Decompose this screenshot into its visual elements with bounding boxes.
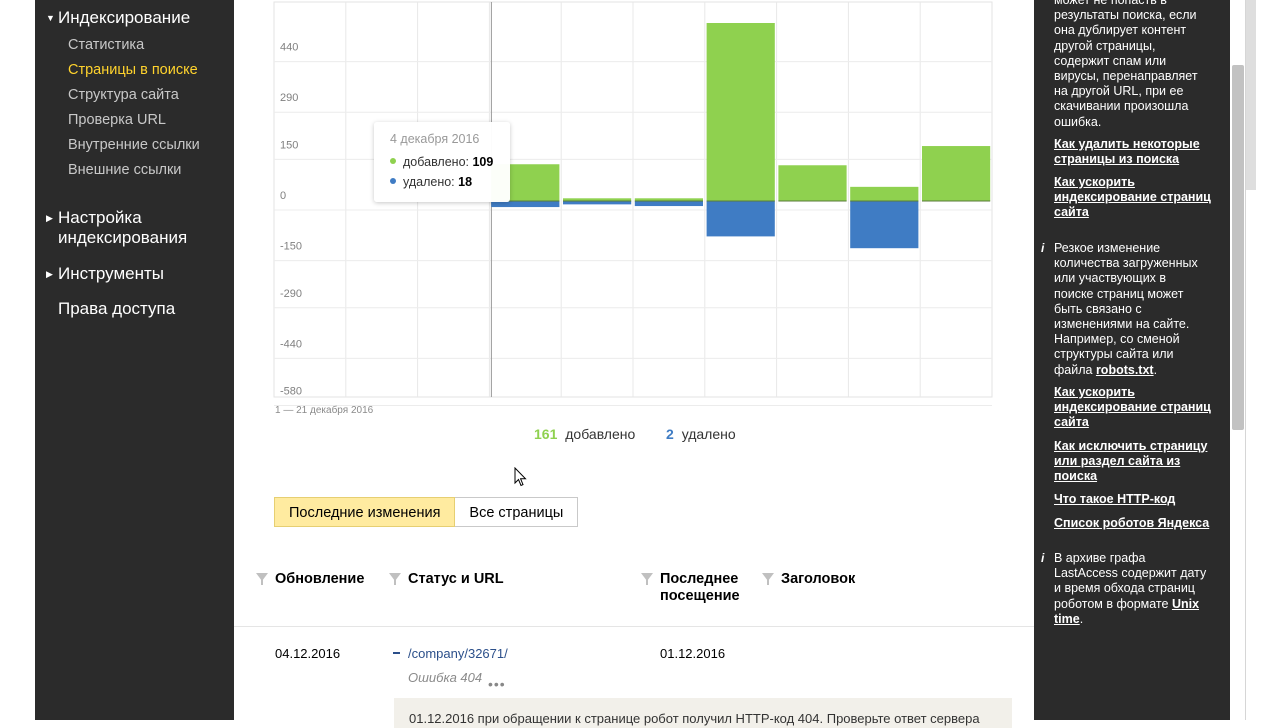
help-link-speed-indexing[interactable]: Как ускорить индексирование страниц сайт… [1054, 175, 1224, 221]
bar-added [778, 165, 847, 201]
help-link-robots-list[interactable]: Список роботов Яндекса [1054, 516, 1224, 531]
left-margin [0, 0, 35, 720]
total-removed-label: удалено [681, 426, 736, 442]
row-details-text: 01.12.2016 при обращении к странице робо… [409, 711, 980, 726]
unix-time-link[interactable]: Unix [1172, 597, 1199, 611]
sidebar-item-url-check[interactable]: Проверка URL [68, 112, 166, 128]
bar-added [921, 146, 991, 201]
chart-y-axis: 440 290 150 0 -150 -290 -440 -580 [280, 42, 302, 398]
help-panel: может не попасть в результаты поиска, ес… [1034, 0, 1230, 720]
sidebar-item-site-structure[interactable]: Структура сайта [68, 87, 179, 103]
y-tick-label: 440 [280, 42, 298, 54]
total-added: 161 добавлено [534, 426, 635, 442]
help-para-lastaccess: В архиве графа LastAccess содержит дату … [1054, 551, 1207, 626]
total-removed: 2 удалено [666, 426, 736, 442]
tooltip-added-label: добавлено: [403, 155, 469, 169]
total-added-count: 161 [534, 426, 558, 442]
sidebar-item-internal-links[interactable]: Внутренние ссылки [68, 137, 200, 153]
page-scrollbar-track [1246, 0, 1256, 190]
sidebar-item-statistics[interactable]: Статистика [68, 37, 144, 53]
row-status: Ошибка 404 [408, 670, 483, 685]
sidebar: ▼ Индексирование Статистика Страницы в п… [35, 0, 234, 720]
info-icon: i [1041, 241, 1045, 255]
collapse-row-icon[interactable] [393, 652, 400, 654]
row-last-visit: 01.12.2016 [660, 646, 726, 661]
row-updated-date: 04.12.2016 [275, 646, 341, 661]
tab-all-pages[interactable]: Все страницы [455, 497, 579, 527]
bar-removed [850, 201, 919, 249]
nav-section-title: Инструменты [58, 264, 165, 283]
y-tick-label: -580 [280, 386, 302, 398]
filter-icon[interactable] [641, 573, 653, 585]
help-link-remove-pages[interactable]: Как удалить некоторые страницы из поиска [1054, 137, 1224, 167]
y-tick-label: 290 [280, 92, 298, 104]
column-header-label: Последнее [660, 571, 739, 587]
column-header-label: посещение [660, 588, 740, 604]
row-details: 01.12.2016 при обращении к странице робо… [394, 698, 1012, 728]
scrollbar-thumb[interactable] [1232, 65, 1244, 430]
column-header-label: Обновление [275, 571, 365, 587]
robots-txt-link[interactable]: robots.txt [1096, 363, 1154, 377]
y-tick-label: 150 [280, 139, 298, 151]
info-icon: i [1041, 551, 1045, 565]
column-header-last-visit[interactable]: Последнее посещение [641, 571, 740, 605]
tooltip-date: 4 декабря 2016 [390, 132, 480, 146]
bar-removed [706, 201, 775, 237]
column-header-title[interactable]: Заголовок [762, 571, 856, 588]
filter-icon[interactable] [389, 573, 401, 585]
bar-removed [562, 201, 632, 205]
help-link-http-code[interactable]: Что такое HTTP-код [1054, 492, 1224, 507]
unix-time-link[interactable]: time [1054, 612, 1080, 626]
help-intro: может не попасть в результаты поиска, ес… [1054, 0, 1198, 129]
sidebar-item-external-links[interactable]: Внешние ссылки [68, 162, 181, 178]
chart-tooltip: 4 декабря 2016 добавлено: 109 удалено: 1… [374, 122, 510, 202]
help-link-speed-indexing-2[interactable]: Как ускорить индексирование страниц сайт… [1054, 385, 1224, 431]
caret-right-icon: ▶ [46, 269, 53, 279]
column-header-label: Статус и URL [408, 571, 504, 587]
more-icon[interactable]: ••• [488, 676, 506, 692]
scrollbar-track [1245, 0, 1246, 720]
view-tabs: Последние изменения Все страницы [274, 497, 579, 527]
nav-section-title: Индексирование [58, 8, 191, 27]
filter-icon[interactable] [762, 573, 774, 585]
chart-bars [491, 23, 991, 249]
bar-added [706, 23, 775, 201]
total-removed-count: 2 [666, 426, 674, 442]
y-tick-label: -290 [280, 288, 302, 300]
column-header-label: Заголовок [781, 571, 856, 587]
mouse-pointer-icon [514, 467, 527, 487]
tooltip-removed-row: удалено: 18 [390, 175, 472, 189]
tooltip-removed-value: 18 [458, 175, 473, 189]
y-tick-label: -150 [280, 241, 302, 253]
caret-down-icon: ▼ [46, 13, 55, 23]
chart-date-range: 1 — 21 декабря 2016 [275, 404, 374, 416]
tooltip-added-row: добавлено: 109 [390, 155, 493, 169]
filter-icon[interactable] [256, 573, 268, 585]
tooltip-removed-label: удалено: [403, 175, 455, 189]
pages-chart: 440 290 150 0 -150 -290 -440 -580 1 — 21 декабр… [273, 1, 993, 416]
sidebar-item-pages-in-search[interactable]: Страницы в поиске [68, 62, 198, 78]
total-added-label: добавлено [565, 426, 636, 442]
help-para-changes: Резкое изменение количества загруженных … [1054, 241, 1198, 377]
bar-added [850, 186, 919, 201]
help-link-exclude-page[interactable]: Как исключить страницу или раздел сайта … [1054, 439, 1224, 485]
y-tick-label: 0 [280, 190, 286, 202]
nav-section-title: Права доступа [58, 299, 176, 318]
tooltip-added-value: 109 [472, 155, 494, 169]
added-dot-icon [390, 158, 396, 164]
nav-section-title: Настройка индексирования [58, 208, 188, 247]
y-tick-label: -440 [280, 338, 302, 350]
tab-recent-changes[interactable]: Последние изменения [274, 497, 456, 527]
bar-removed [634, 201, 704, 207]
table-divider [234, 626, 1034, 627]
column-header-status-url[interactable]: Статус и URL [389, 571, 504, 588]
column-header-updated[interactable]: Обновление [256, 571, 365, 588]
removed-dot-icon [390, 178, 396, 184]
row-url-link[interactable]: /company/32671/ [408, 646, 508, 661]
main-content: 440 290 150 0 -150 -290 -440 -580 1 — 21 декабр… [234, 0, 1034, 728]
caret-right-icon: ▶ [46, 213, 53, 223]
